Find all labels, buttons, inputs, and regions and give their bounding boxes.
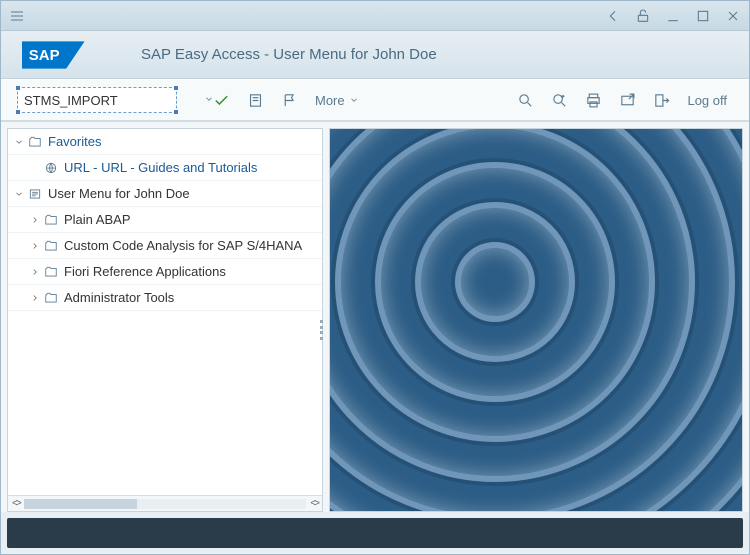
tcode-input-wrapper[interactable] (17, 87, 177, 113)
content-area: Favorites URL - URL - Guides and Tutoria… (1, 121, 749, 512)
maximize-icon[interactable] (695, 8, 711, 24)
unlock-icon[interactable] (635, 8, 651, 24)
new-window-icon[interactable] (613, 86, 641, 114)
menu-folder-icon (26, 187, 44, 201)
svg-text:SAP: SAP (29, 46, 60, 63)
flag-icon[interactable] (275, 86, 303, 114)
tree-label: Fiori Reference Applications (64, 264, 226, 279)
tree-label: Favorites (48, 134, 101, 149)
tree-scrollbar[interactable]: <> <> (8, 495, 322, 511)
tree-label: User Menu for John Doe (48, 186, 190, 201)
menu-icon[interactable] (9, 8, 25, 24)
tree-folder-item[interactable]: Fiori Reference Applications (8, 259, 322, 285)
star-folder-icon (26, 135, 44, 149)
chevron-right-icon (28, 293, 42, 303)
app-window: SAP SAP Easy Access - User Menu for John… (0, 0, 750, 555)
document-icon[interactable] (241, 86, 269, 114)
tree-folder-item[interactable]: Plain ABAP (8, 207, 322, 233)
folder-icon (42, 239, 60, 253)
folder-icon (42, 265, 60, 279)
folder-icon (42, 291, 60, 305)
chevron-down-icon (12, 189, 26, 199)
search-icon[interactable] (511, 86, 539, 114)
status-bar (7, 518, 743, 548)
minimize-icon[interactable] (665, 8, 681, 24)
print-icon[interactable] (579, 86, 607, 114)
scroll-right-icon[interactable]: <> (310, 498, 318, 509)
tree-empty-area (8, 311, 322, 495)
header: SAP SAP Easy Access - User Menu for John… (1, 31, 749, 79)
more-label: More (315, 93, 345, 108)
page-title: SAP Easy Access - User Menu for John Doe (141, 46, 437, 63)
tree-label: Custom Code Analysis for SAP S/4HANA (64, 238, 302, 253)
tree-usermenu[interactable]: User Menu for John Doe (8, 181, 322, 207)
chevron-down-icon (12, 137, 26, 147)
exit-icon[interactable] (647, 86, 675, 114)
toolbar: More Log off (1, 79, 749, 121)
tree-favorites[interactable]: Favorites (8, 129, 322, 155)
tree-folder-item[interactable]: Administrator Tools (8, 285, 322, 311)
sap-logo: SAP (21, 38, 91, 72)
chevron-right-icon (28, 241, 42, 251)
tree-folder-item[interactable]: Custom Code Analysis for SAP S/4HANA (8, 233, 322, 259)
chevron-right-icon (28, 215, 42, 225)
background-image (329, 128, 743, 512)
close-icon[interactable] (725, 8, 741, 24)
splitter-handle[interactable] (320, 320, 326, 340)
tree-label: Plain ABAP (64, 212, 131, 227)
scrollbar-thumb[interactable] (24, 499, 137, 509)
folder-icon (42, 213, 60, 227)
more-button[interactable]: More (309, 93, 365, 108)
tcode-input[interactable] (24, 93, 200, 108)
titlebar (1, 1, 749, 31)
scrollbar-track[interactable] (24, 499, 307, 509)
logoff-button[interactable]: Log off (681, 93, 733, 108)
tree-label: URL - URL - Guides and Tutorials (64, 160, 257, 175)
tree-favorite-item[interactable]: URL - URL - Guides and Tutorials (8, 155, 322, 181)
back-icon[interactable] (605, 8, 621, 24)
chevron-right-icon (28, 267, 42, 277)
tree-label: Administrator Tools (64, 290, 174, 305)
scroll-left-icon[interactable]: <> (12, 498, 20, 509)
navigation-tree: Favorites URL - URL - Guides and Tutoria… (7, 128, 323, 512)
chevron-down-icon[interactable] (204, 91, 214, 109)
url-icon (42, 161, 60, 175)
search-plus-icon[interactable] (545, 86, 573, 114)
